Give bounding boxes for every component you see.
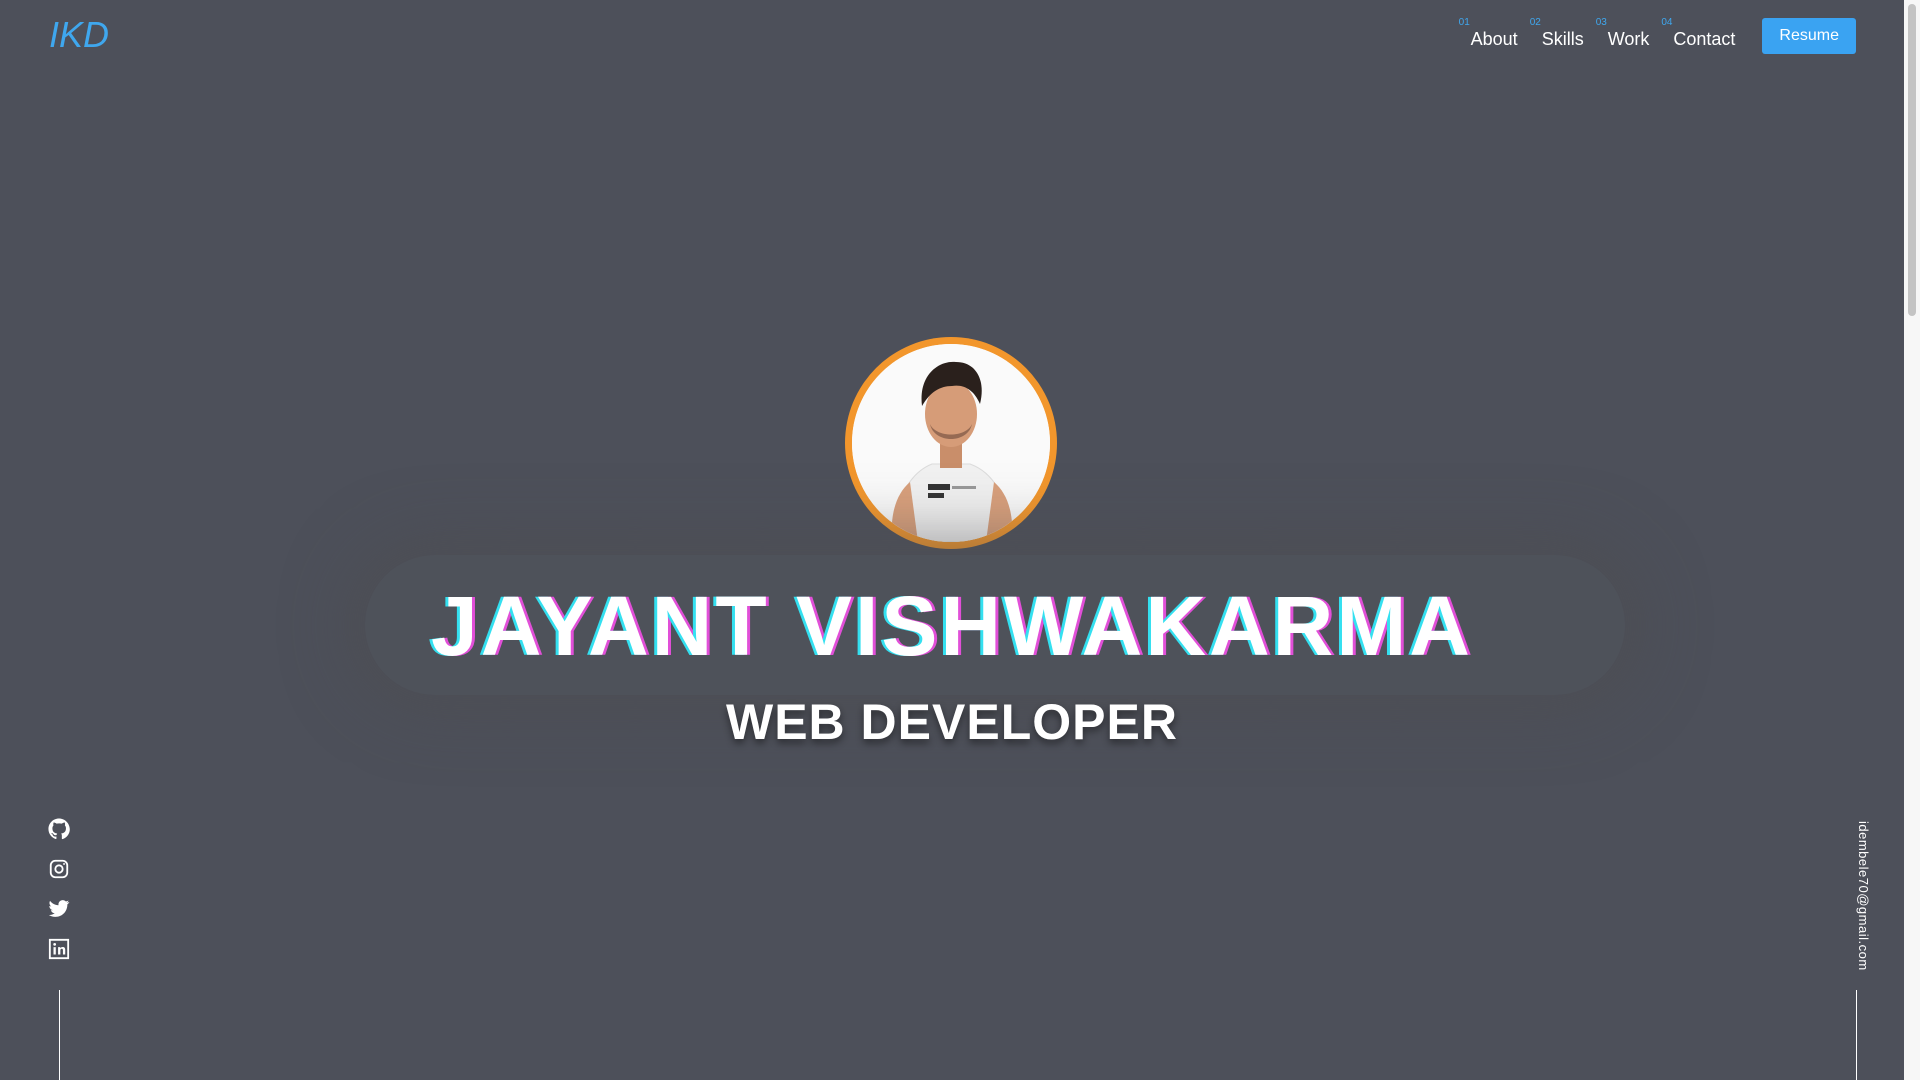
scrollbar[interactable] bbox=[1904, 0, 1920, 1080]
hero-role: WEB DEVELOPER bbox=[726, 694, 1178, 750]
instagram-icon[interactable] bbox=[48, 858, 70, 880]
logo[interactable]: IKD bbox=[49, 14, 109, 56]
nav-contact-number: 04 bbox=[1661, 16, 1673, 28]
scrollbar-thumb[interactable] bbox=[1908, 4, 1916, 316]
nav-contact-label: Contact bbox=[1673, 28, 1736, 49]
github-icon[interactable] bbox=[48, 818, 70, 840]
nav-skills-number: 02 bbox=[1529, 16, 1541, 28]
nav-work-label: Work bbox=[1607, 28, 1650, 49]
profile-photo bbox=[852, 344, 1050, 542]
nav-about-number: 01 bbox=[1458, 16, 1470, 28]
nav-skills-label: Skills bbox=[1541, 28, 1584, 49]
profile-person-image bbox=[852, 344, 1050, 542]
right-divider-line bbox=[1856, 990, 1857, 1080]
nav-contact[interactable]: 04 Contact bbox=[1661, 17, 1736, 50]
page: IKD 01 About 02 Skills 03 Work 04 Contac… bbox=[0, 0, 1920, 1080]
nav-work-number: 03 bbox=[1595, 16, 1607, 28]
nav-skills[interactable]: 02 Skills bbox=[1530, 17, 1584, 50]
top-nav: 01 About 02 Skills 03 Work 04 Contact Re… bbox=[1459, 17, 1856, 54]
nav-about-label: About bbox=[1470, 28, 1518, 49]
nav-about[interactable]: 01 About bbox=[1459, 17, 1518, 50]
twitter-icon[interactable] bbox=[48, 898, 70, 920]
nav-work[interactable]: 03 Work bbox=[1596, 17, 1650, 50]
social-links bbox=[48, 818, 70, 960]
linkedin-icon[interactable] bbox=[48, 938, 70, 960]
resume-button[interactable]: Resume bbox=[1762, 18, 1856, 54]
left-divider-line bbox=[59, 990, 60, 1080]
hero-name: JAYANT VISHWAKARMA bbox=[431, 579, 1473, 673]
profile-photo-ring bbox=[845, 337, 1057, 549]
email-link[interactable]: idembele70@gmail.com bbox=[1856, 821, 1871, 971]
